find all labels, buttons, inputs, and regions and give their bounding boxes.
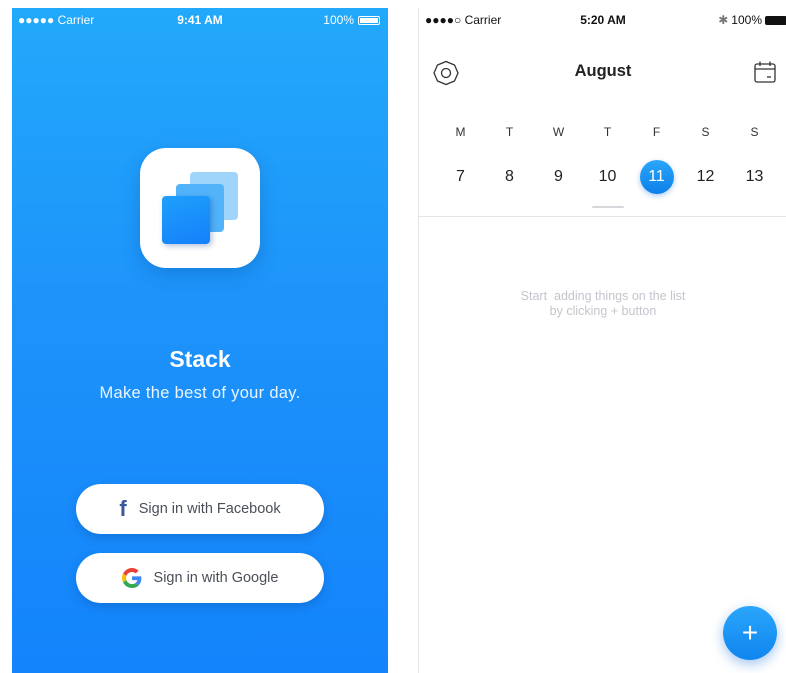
weekday-label: M: [455, 125, 466, 139]
app-tagline: Make the best of your day.: [99, 384, 301, 402]
selected-date-number: 11: [639, 160, 674, 194]
app-logo: [140, 148, 260, 268]
battery-percent: 100%: [323, 13, 354, 27]
add-item-button[interactable]: +: [723, 606, 777, 660]
google-signin-label: Sign in with Google: [153, 570, 279, 586]
weekday-label: S: [701, 125, 710, 139]
facebook-icon: f: [119, 496, 127, 521]
battery-percent: 100%: [731, 13, 762, 27]
weekday-label: F: [652, 125, 661, 139]
status-bar: ●●●●○ Carrier 5:20 AM ✱ 100%: [419, 8, 786, 30]
date-cell[interactable]: 10: [583, 160, 632, 194]
google-signin-button[interactable]: Sign in with Google: [76, 553, 324, 603]
drag-handle[interactable]: [592, 206, 624, 208]
weekday-label: S: [750, 125, 759, 139]
date-cell[interactable]: 12: [681, 160, 730, 194]
date-cell[interactable]: 8: [485, 160, 534, 194]
date-number: 13: [745, 168, 764, 185]
battery-icon: [765, 15, 786, 25]
empty-state-line: by clicking + button: [549, 304, 657, 318]
logo-square-front: [162, 196, 210, 244]
date-number: 10: [598, 168, 617, 185]
empty-state-message: Start adding things on the list by click…: [419, 289, 786, 319]
app-name: Stack: [169, 346, 231, 372]
status-bar: ●●●●● Carrier 9:41 AM 100%: [12, 8, 388, 30]
date-number: 12: [696, 168, 715, 185]
date-strip: 7 8 9 10 11 12 13: [436, 160, 786, 194]
date-cell-selected[interactable]: 11: [632, 160, 681, 194]
date-number: 7: [456, 168, 465, 185]
date-cell[interactable]: 7: [436, 160, 485, 194]
battery-indicator: 100%: [323, 13, 380, 27]
weekday-header: M T W T F S S: [436, 125, 786, 139]
bluetooth-icon: ✱: [718, 13, 729, 27]
date-cell[interactable]: 13: [730, 160, 779, 194]
google-icon: [121, 568, 141, 588]
weekday-label: W: [552, 125, 565, 139]
calendar-icon[interactable]: [753, 60, 777, 84]
facebook-signin-label: Sign in with Facebook: [138, 501, 281, 517]
login-screen: ●●●●● Carrier 9:41 AM 100% Stack Make th…: [12, 8, 388, 673]
facebook-signin-button[interactable]: f Sign in with Facebook: [76, 484, 324, 534]
calendar-screen: ●●●●○ Carrier 5:20 AM ✱ 100% August M T …: [418, 8, 786, 673]
divider: [419, 216, 786, 217]
empty-state-line: Start adding things on the list: [520, 289, 686, 303]
calendar-header: August: [419, 52, 786, 92]
battery-indicator: ✱ 100%: [718, 13, 786, 27]
battery-icon: [358, 15, 380, 25]
weekday-label: T: [505, 125, 514, 139]
date-number: 8: [505, 168, 514, 185]
month-title: August: [574, 62, 632, 80]
date-cell[interactable]: 9: [534, 160, 583, 194]
weekday-label: T: [603, 125, 612, 139]
date-number: 9: [554, 168, 563, 185]
